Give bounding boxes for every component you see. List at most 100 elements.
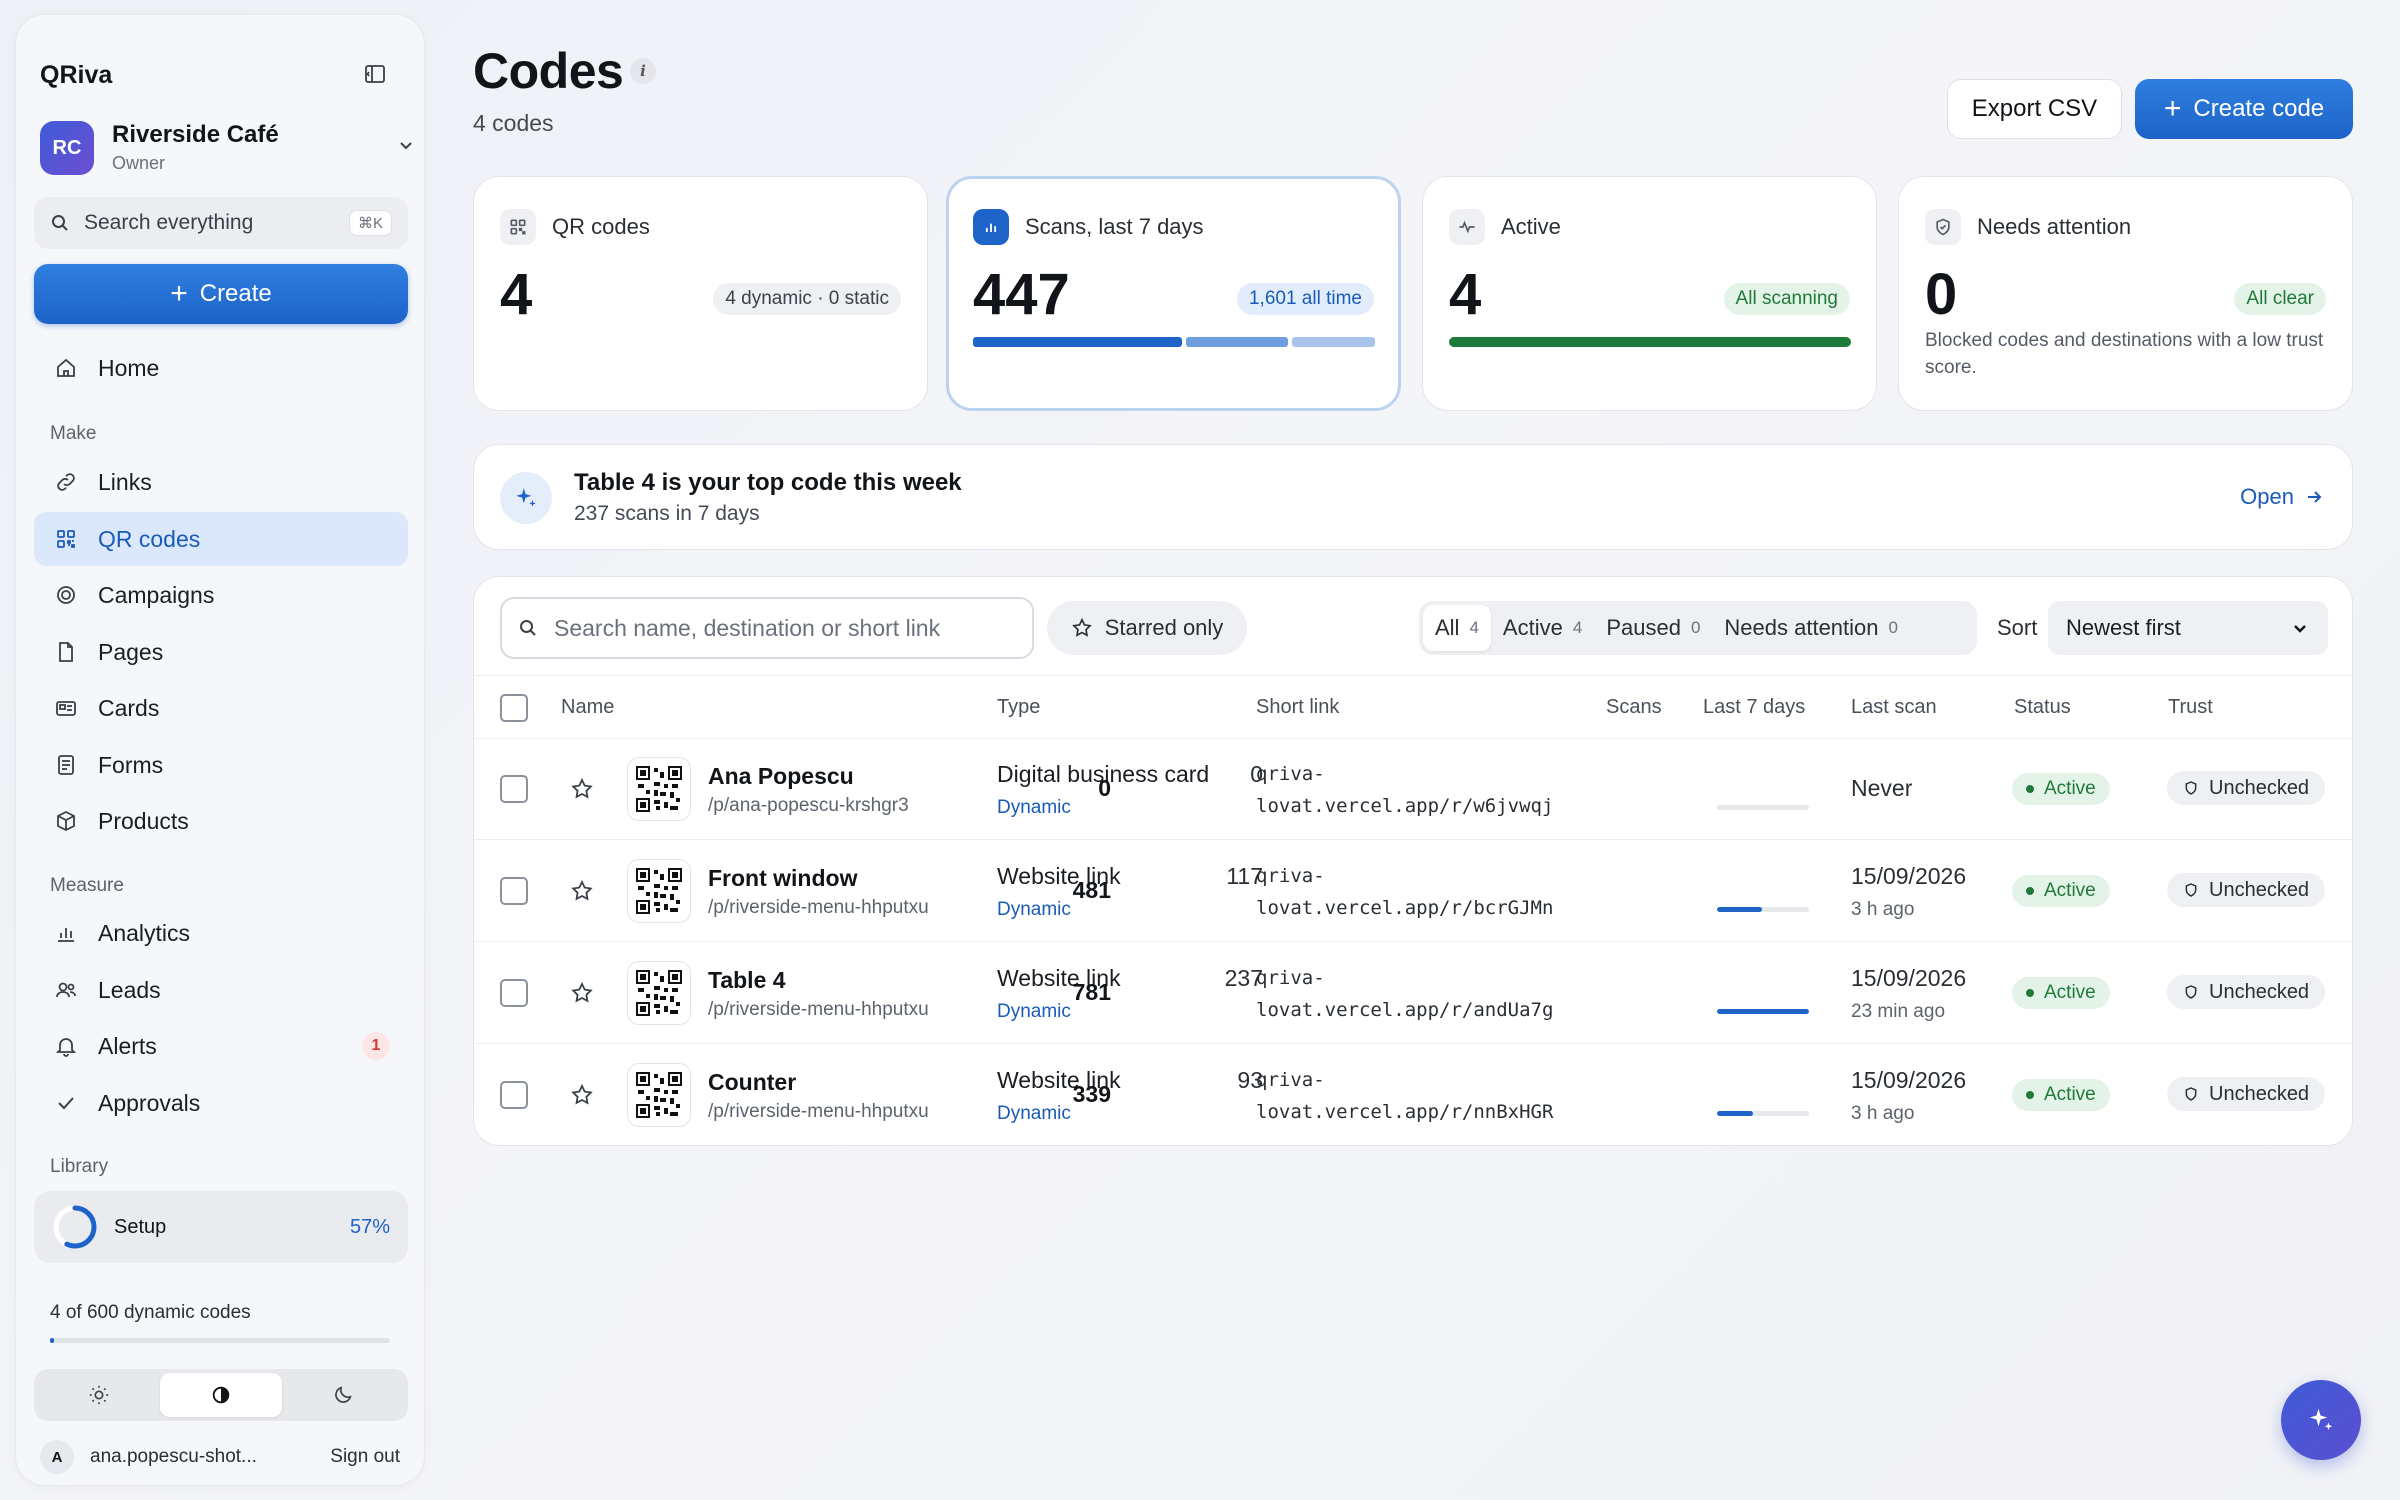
stat-pill: All scanning	[1723, 283, 1850, 315]
global-search[interactable]: Search everything ⌘K	[34, 197, 408, 249]
qr-thumbnail[interactable]	[627, 961, 691, 1025]
star-icon[interactable]	[570, 1083, 594, 1107]
sign-out-button[interactable]: Sign out	[330, 1446, 400, 1468]
sidebar-item-home[interactable]: Home	[34, 341, 408, 395]
trust-badge[interactable]: Unchecked	[2167, 975, 2326, 1009]
sidebar-item-qr-codes[interactable]: QR codes	[34, 512, 408, 566]
column-header-name[interactable]: Name	[561, 696, 614, 719]
theme-light-button[interactable]	[38, 1373, 160, 1417]
stat-card-needs-attention[interactable]: Needs attention 0 All clear Blocked code…	[1898, 176, 2353, 411]
bar-chart-icon	[58, 928, 74, 942]
code-path: /p/riverside-menu-hhputxu	[708, 999, 929, 1020]
column-header-type[interactable]: Type	[997, 696, 1040, 719]
status-dot	[2026, 887, 2034, 895]
table-search-input[interactable]	[554, 614, 1014, 642]
column-header-trust[interactable]: Trust	[2168, 696, 2213, 719]
trust-badge[interactable]: Unchecked	[2167, 771, 2326, 805]
last-7-days-bar	[1717, 907, 1809, 912]
short-link-line1[interactable]: qriva-	[1256, 763, 1325, 785]
theme-dark-button[interactable]	[282, 1373, 404, 1417]
sidebar: QRiva RC Riverside Café Owner Search eve…	[15, 14, 425, 1486]
bar-chart-icon	[973, 209, 1009, 245]
filter-tab-needs-attention[interactable]: Needs attention 0	[1712, 605, 1910, 651]
filter-tab-paused[interactable]: Paused 0	[1594, 605, 1712, 651]
workspace-name: Riverside Café	[112, 121, 279, 148]
column-header-last-7-days[interactable]: Last 7 days	[1703, 696, 1805, 719]
trust-badge[interactable]: Unchecked	[2167, 1077, 2326, 1111]
column-header-last-scan[interactable]: Last scan	[1851, 696, 1937, 719]
export-csv-button[interactable]: Export CSV	[1947, 79, 2122, 139]
filter-tab-all[interactable]: All 4	[1423, 605, 1491, 651]
filter-tab-active[interactable]: Active 4	[1491, 605, 1594, 651]
trust-badge[interactable]: Unchecked	[2167, 873, 2326, 907]
code-name[interactable]: Front window	[708, 865, 857, 892]
row-checkbox[interactable]	[500, 775, 528, 803]
open-top-code-link[interactable]: Open	[2240, 484, 2324, 510]
row-checkbox[interactable]	[500, 877, 528, 905]
sidebar-item-analytics[interactable]: Analytics	[34, 906, 408, 960]
table-row[interactable]: Front window/p/riverside-menu-hhputxu Web…	[474, 841, 2352, 942]
short-link-line2[interactable]: lovat.vercel.app/r/w6jvwqj	[1256, 795, 1553, 817]
sidebar-item-leads[interactable]: Leads	[34, 963, 408, 1017]
select-all-checkbox[interactable]	[500, 694, 528, 722]
sidebar-item-alerts[interactable]: Alerts 1	[34, 1019, 408, 1073]
sidebar-item-forms[interactable]: Forms	[34, 738, 408, 792]
scan-count: 781	[1072, 979, 1111, 1005]
sidebar-item-approvals[interactable]: Approvals	[34, 1076, 408, 1130]
stat-card-active[interactable]: Active 4 All scanning	[1422, 176, 1877, 411]
sort-select[interactable]: Newest first	[2048, 601, 2328, 655]
table-search[interactable]	[500, 597, 1034, 659]
row-checkbox[interactable]	[500, 979, 528, 1007]
trust-label: Unchecked	[2209, 776, 2310, 799]
star-icon[interactable]	[570, 981, 594, 1005]
stat-card-qr-codes[interactable]: QR codes 4 4 dynamic · 0 static	[473, 176, 928, 411]
assistant-fab-button[interactable]	[2281, 1380, 2361, 1460]
status-label: Active	[2044, 1084, 2096, 1105]
short-link-line1[interactable]: qriva-	[1256, 1069, 1325, 1091]
status-filter-tabs: All 4 Active 4 Paused 0 Needs attention 0	[1419, 601, 1977, 655]
stat-card-scans[interactable]: Scans, last 7 days 447 1,601 all time	[946, 176, 1401, 411]
last-7-days-bar	[1717, 805, 1809, 810]
short-link-line2[interactable]: lovat.vercel.app/r/bcrGJMn	[1256, 897, 1553, 919]
workspace-switcher[interactable]: RC Riverside Café Owner	[40, 107, 426, 187]
qr-thumbnail[interactable]	[627, 859, 691, 923]
star-icon[interactable]	[570, 777, 594, 801]
short-link-line1[interactable]: qriva-	[1256, 865, 1325, 887]
star-icon[interactable]	[570, 879, 594, 903]
row-checkbox[interactable]	[500, 1081, 528, 1109]
status-dot	[2026, 989, 2034, 997]
theme-system-button[interactable]	[160, 1373, 282, 1417]
qr-thumbnail[interactable]	[627, 757, 691, 821]
sidebar-item-links[interactable]: Links	[34, 455, 408, 509]
create-button[interactable]: + Create	[34, 264, 408, 324]
short-link-line1[interactable]: qriva-	[1256, 967, 1325, 989]
short-link-line2[interactable]: lovat.vercel.app/r/andUa7g	[1256, 999, 1553, 1021]
create-code-button[interactable]: + Create code	[2135, 79, 2353, 139]
column-header-scans[interactable]: Scans	[1606, 696, 1662, 719]
collapse-sidebar-button[interactable]	[360, 59, 390, 89]
status-label: Active	[2044, 880, 2096, 901]
starred-only-toggle[interactable]: Starred only	[1047, 601, 1247, 655]
info-icon[interactable]: i	[630, 58, 656, 84]
table-row[interactable]: Counter/p/riverside-menu-hhputxu Website …	[474, 1045, 2352, 1146]
short-link-line2[interactable]: lovat.vercel.app/r/nnBxHGR	[1256, 1101, 1553, 1123]
sidebar-item-cards[interactable]: Cards	[34, 681, 408, 735]
code-path: /p/riverside-menu-hhputxu	[708, 1101, 929, 1122]
column-header-status[interactable]: Status	[2014, 696, 2071, 719]
trust-label: Unchecked	[2209, 878, 2310, 901]
qr-thumbnail[interactable]	[627, 1063, 691, 1127]
table-row[interactable]: Table 4/p/riverside-menu-hhputxu Website …	[474, 943, 2352, 1044]
contrast-icon	[212, 1386, 230, 1404]
sidebar-item-pages[interactable]: Pages	[34, 625, 408, 679]
code-name[interactable]: Counter	[708, 1069, 796, 1096]
last-7-days-count: 0	[1250, 761, 1263, 787]
code-name[interactable]: Ana Popescu	[708, 763, 854, 790]
setup-progress-card[interactable]: Setup 57%	[34, 1191, 408, 1263]
code-name[interactable]: Table 4	[708, 967, 786, 994]
sidebar-item-products[interactable]: Products	[34, 794, 408, 848]
table-row[interactable]: Ana Popescu/p/ana-popescu-krshgr3 Digital…	[474, 739, 2352, 840]
sidebar-item-label: QR codes	[98, 525, 201, 552]
sidebar-item-campaigns[interactable]: Campaigns	[34, 568, 408, 622]
column-header-short-link[interactable]: Short link	[1256, 696, 1339, 719]
page-subtitle: 4 codes	[473, 110, 554, 136]
